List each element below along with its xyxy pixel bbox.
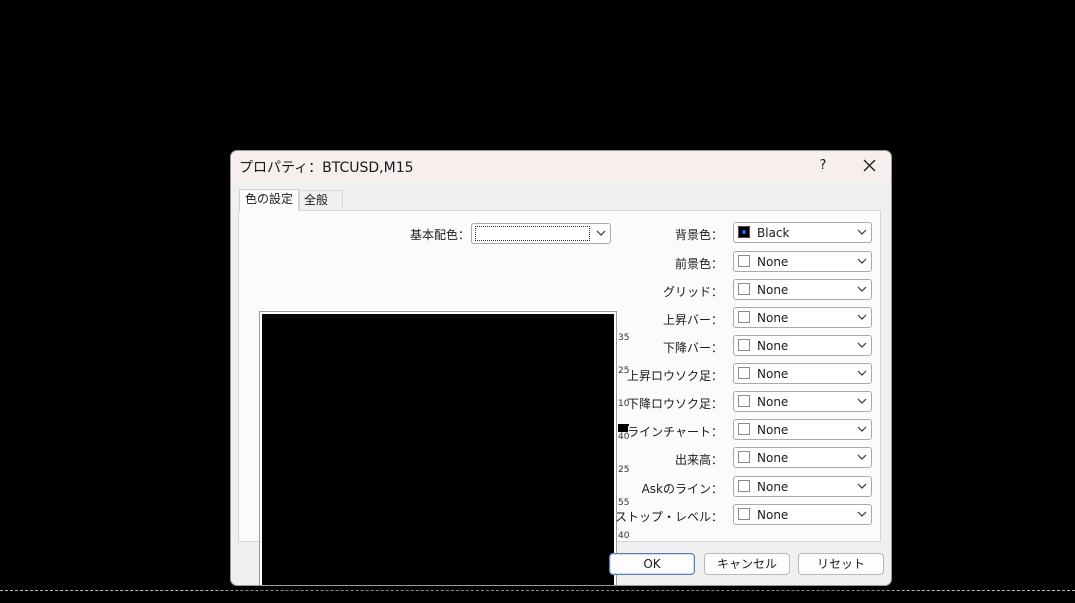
stop-level-color-label: ストップ・レベル： [614, 510, 723, 524]
close-icon [863, 159, 875, 172]
candle-down-color-label: 下降ロウソク足： [626, 397, 723, 411]
chevron-down-icon [857, 314, 867, 320]
candle-up-color-select[interactable]: None [733, 363, 872, 384]
color-swatch [738, 508, 750, 520]
chevron-down-icon [857, 511, 867, 517]
chevron-down-icon [857, 398, 867, 404]
dialog-titlebar[interactable]: プロパティ：BTCUSD,M15 ? [231, 151, 891, 180]
candle-up-color-label: 上昇ロウソク足： [626, 369, 723, 383]
bar-down-color-label: 下降バー： [662, 341, 723, 355]
chevron-down-icon [857, 286, 867, 292]
color-swatch [738, 311, 750, 323]
candle-down-color-value: None [757, 395, 789, 409]
chevron-down-icon [857, 258, 867, 264]
bg-color-label: 背景色： [674, 228, 723, 242]
tab-general[interactable]: 全般 [299, 190, 343, 209]
fg-color-label: 前景色： [674, 257, 723, 271]
scheme-focus [475, 226, 590, 241]
bar-up-color-label: 上昇バー： [662, 313, 723, 327]
chevron-down-icon [857, 342, 867, 348]
chevron-down-icon [857, 426, 867, 432]
bg-color-value: Black [757, 226, 790, 240]
line-chart-color-value: None [757, 423, 789, 437]
bg-color-select[interactable]: Black [733, 222, 872, 243]
color-swatch [738, 226, 750, 238]
color-swatch [738, 395, 750, 407]
color-swatch [738, 480, 750, 492]
help-button[interactable]: ? [807, 155, 839, 177]
preview-tick: 55 [618, 498, 630, 508]
volume-color-value: None [757, 451, 789, 465]
ask-line-color-label: Askのライン： [641, 482, 723, 496]
candle-down-color-select[interactable]: None [733, 391, 872, 412]
bar-down-color-select[interactable]: None [733, 335, 872, 356]
volume-color-select[interactable]: None [733, 447, 872, 468]
desktop-dashed-line [0, 590, 1075, 591]
color-swatch [738, 339, 750, 351]
chevron-down-icon [857, 229, 867, 235]
ask-line-color-select[interactable]: None [733, 476, 872, 497]
color-swatch [738, 423, 750, 435]
chart-preview-area [262, 314, 614, 585]
properties-dialog: プロパティ：BTCUSD,M15 ? 色の設定 全般 基本配色： 35 25 1… [230, 150, 892, 586]
grid-color-label: グリッド： [662, 285, 723, 299]
chevron-down-icon [596, 230, 606, 236]
tab-colors[interactable]: 色の設定 [239, 189, 299, 211]
color-swatch [738, 255, 750, 267]
close-button[interactable] [851, 154, 887, 178]
bar-down-color-value: None [757, 339, 789, 353]
bar-up-color-select[interactable]: None [733, 307, 872, 328]
candle-up-color-value: None [757, 367, 789, 381]
dialog-title: プロパティ：BTCUSD,M15 [239, 160, 414, 176]
stop-level-color-select[interactable]: None [733, 504, 872, 525]
preview-tick: 35 [618, 333, 630, 343]
preview-tick: 40 [618, 531, 630, 541]
chevron-down-icon [857, 483, 867, 489]
fg-color-value: None [757, 255, 789, 269]
reset-button[interactable]: リセット [798, 553, 884, 575]
grid-color-select[interactable]: None [733, 279, 872, 300]
ask-line-color-value: None [757, 480, 789, 494]
scheme-select[interactable] [471, 223, 611, 244]
stop-level-color-value: None [757, 508, 789, 522]
cancel-button[interactable]: キャンセル [704, 553, 790, 575]
chart-preview [259, 311, 617, 585]
color-swatch [738, 283, 750, 295]
grid-color-value: None [757, 283, 789, 297]
tab-panel: 基本配色： 35 25 10 40 25 55 40 25 背景色： Black… [238, 210, 881, 585]
chevron-down-icon [857, 370, 867, 376]
color-swatch [738, 451, 750, 463]
preview-tick: 25 [618, 465, 630, 475]
line-chart-color-label: ラインチャート： [627, 425, 723, 439]
chevron-down-icon [857, 454, 867, 460]
bar-up-color-value: None [757, 311, 789, 325]
line-chart-color-select[interactable]: None [733, 419, 872, 440]
scheme-label: 基本配色： [409, 228, 470, 242]
color-swatch [738, 367, 750, 379]
volume-color-label: 出来高： [674, 453, 723, 467]
fg-color-select[interactable]: None [733, 251, 872, 272]
ok-button[interactable]: OK [609, 553, 695, 575]
